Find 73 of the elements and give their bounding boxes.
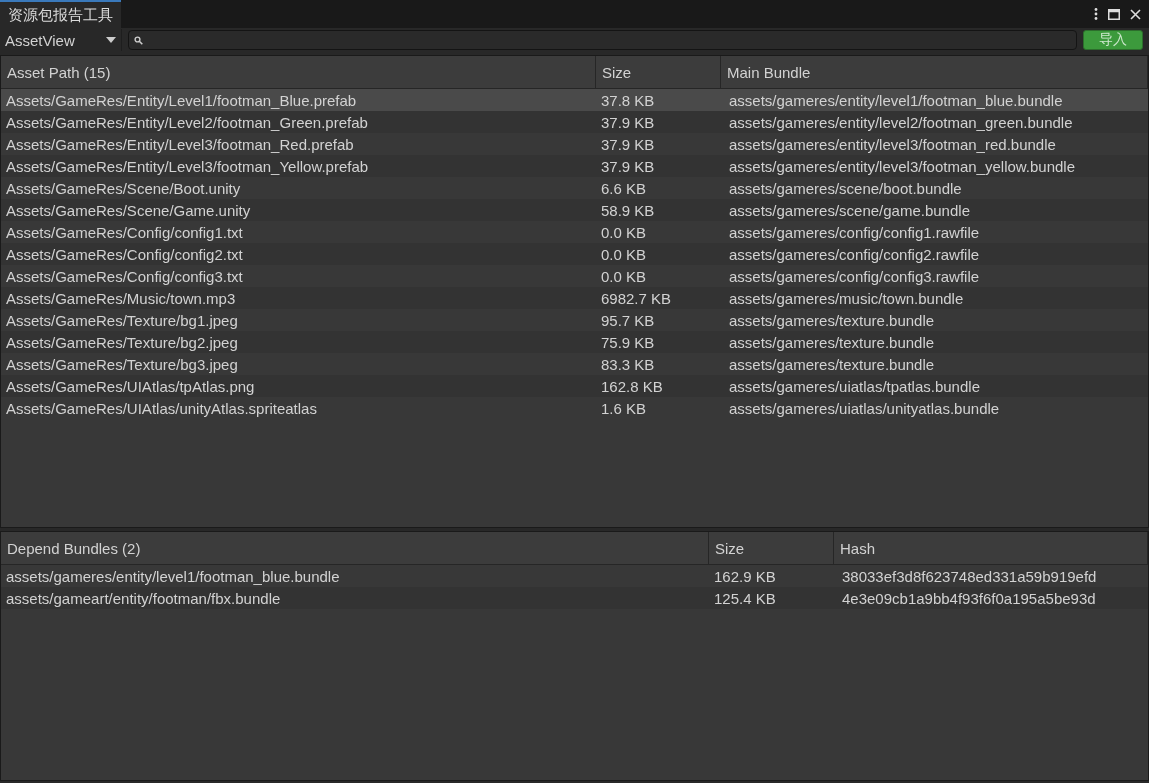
table-cell-text: assets/gameres/entity/level3/footman_yellow.bundle xyxy=(728,157,1077,175)
table-cell-text: 58.9 KB xyxy=(600,201,656,219)
table-cell-text: 38033ef3d8f623748ed331a59b919efd xyxy=(841,567,1098,585)
table-cell-text: 75.9 KB xyxy=(600,333,656,351)
table-cell-text: assets/gameres/uiatlas/unityatlas.bundle xyxy=(728,399,1001,417)
close-icon[interactable] xyxy=(1130,8,1141,20)
table-row[interactable]: Assets/GameRes/Entity/Level2/footman_Green.prefab 37.9 KB assets/gameres/entity/level2/footman_green.bundle xyxy=(1,111,1148,133)
table-row[interactable]: assets/gameart/entity/footman/fbx.bundle 125.4 KB 4e3e09cb1a9bb4f93f6f0a195a5be93d xyxy=(1,587,1148,609)
table-row[interactable]: Assets/GameRes/Config/config2.txt 0.0 KB assets/gameres/config/config2.rawfile xyxy=(1,243,1148,265)
table-cell-text: assets/gameres/scene/boot.bundle xyxy=(728,179,963,197)
table-cell-text: Assets/GameRes/Music/town.mp3 xyxy=(5,289,237,307)
table-cell-text: 1.6 KB xyxy=(600,399,648,417)
table-cell-text: 6.6 KB xyxy=(600,179,648,197)
table-cell-text: 6982.7 KB xyxy=(600,289,673,307)
table-cell-text: assets/gameres/entity/level1/footman_blue.bundle xyxy=(728,91,1064,109)
table-cell-text: Assets/GameRes/Config/config1.txt xyxy=(5,223,244,241)
column-header[interactable]: Depend Bundles (2) xyxy=(1,532,709,564)
table-cell-text: Assets/GameRes/Scene/Game.unity xyxy=(5,201,252,219)
table-cell-text: 4e3e09cb1a9bb4f93f6f0a195a5be93d xyxy=(841,589,1097,607)
table-cell-text: 125.4 KB xyxy=(713,589,777,607)
table-cell-text: 37.8 KB xyxy=(600,91,656,109)
table-cell-text: Assets/GameRes/Config/config2.txt xyxy=(5,245,244,263)
table-cell-text: Assets/GameRes/UIAtlas/tpAtlas.png xyxy=(5,377,256,395)
table-cell-text: assets/gameres/entity/level3/footman_red.bundle xyxy=(728,135,1057,153)
table-cell-text: Assets/GameRes/Entity/Level3/footman_Red.prefab xyxy=(5,135,355,153)
table-cell-text: Assets/GameRes/Scene/Boot.unity xyxy=(5,179,242,197)
table-cell-text: Assets/GameRes/Config/config3.txt xyxy=(5,267,244,285)
table-cell-text: assets/gameres/config/config1.rawfile xyxy=(728,223,981,241)
window-tab[interactable]: 资源包报告工具 xyxy=(0,0,121,28)
table-cell-text: Assets/GameRes/Entity/Level1/footman_Blue.prefab xyxy=(5,91,358,109)
table-cell-text: Assets/GameRes/Entity/Level2/footman_Green.prefab xyxy=(5,113,369,131)
table-cell-text: 95.7 KB xyxy=(600,311,656,329)
column-header[interactable]: Size xyxy=(709,532,834,564)
table-cell-text: 37.9 KB xyxy=(600,157,656,175)
column-header[interactable]: Size xyxy=(596,56,721,88)
table-cell-text: assets/gameres/texture.bundle xyxy=(728,355,936,373)
column-header[interactable]: Hash xyxy=(834,532,1148,564)
column-header[interactable]: Main Bundle xyxy=(721,56,1148,88)
table-cell-text: 37.9 KB xyxy=(600,135,656,153)
table-cell-text: Assets/GameRes/Texture/bg3.jpeg xyxy=(5,355,239,373)
table-cell-text: assets/gameres/config/config2.rawfile xyxy=(728,245,981,263)
table-row[interactable]: Assets/GameRes/Music/town.mp3 6982.7 KB assets/gameres/music/town.bundle xyxy=(1,287,1148,309)
table-cell-text: 0.0 KB xyxy=(600,223,648,241)
table-cell-text: 0.0 KB xyxy=(600,245,648,263)
search-icon xyxy=(134,35,143,45)
table-cell-text: Assets/GameRes/Texture/bg2.jpeg xyxy=(5,333,239,351)
table-cell-text: assets/gameres/config/config3.rawfile xyxy=(728,267,981,285)
table-cell-text: Assets/GameRes/Entity/Level3/footman_Yellow.prefab xyxy=(5,157,370,175)
table-cell-text: 83.3 KB xyxy=(600,355,656,373)
table-cell-text: assets/gameres/scene/game.bundle xyxy=(728,201,971,219)
table-cell-text: 37.9 KB xyxy=(600,113,656,131)
table-row[interactable]: Assets/GameRes/Scene/Game.unity 58.9 KB assets/gameres/scene/game.bundle xyxy=(1,199,1148,221)
table-cell-text: assets/gameart/entity/footman/fbx.bundle xyxy=(5,589,282,607)
maximize-icon[interactable] xyxy=(1108,8,1120,20)
table-row[interactable]: Assets/GameRes/Entity/Level1/footman_Blue.prefab 37.8 KB assets/gameres/entity/level1/footman_blue.bundle xyxy=(1,89,1148,111)
table-cell-text: 0.0 KB xyxy=(600,267,648,285)
table-cell-text: assets/gameres/texture.bundle xyxy=(728,311,936,329)
more-options-icon[interactable] xyxy=(1094,8,1098,20)
search-field[interactable] xyxy=(128,30,1077,50)
table-cell-text: assets/gameres/uiatlas/tpatlas.bundle xyxy=(728,377,981,395)
table-row[interactable]: Assets/GameRes/UIAtlas/tpAtlas.png 162.8 KB assets/gameres/uiatlas/tpatlas.bundle xyxy=(1,375,1148,397)
table-cell-text: 162.9 KB xyxy=(713,567,777,585)
table-cell-text: assets/gameres/music/town.bundle xyxy=(728,289,965,307)
table-cell-text: assets/gameres/texture.bundle xyxy=(728,333,936,351)
table-row[interactable]: Assets/GameRes/Entity/Level3/footman_Yellow.prefab 37.9 KB assets/gameres/entity/level3/footman_yellow.bundle xyxy=(1,155,1148,177)
caret-icon xyxy=(106,37,116,43)
table-cell-text: Assets/GameRes/UIAtlas/unityAtlas.spriteatlas xyxy=(5,399,318,417)
column-header[interactable]: Asset Path (15) xyxy=(1,56,596,88)
table-row[interactable]: Assets/GameRes/Texture/bg2.jpeg 75.9 KB assets/gameres/texture.bundle xyxy=(1,331,1148,353)
table-cell-text: assets/gameres/entity/level2/footman_green.bundle xyxy=(728,113,1074,131)
table-cell-text: assets/gameres/entity/level1/footman_blue.bundle xyxy=(5,567,341,585)
table-cell-text: 162.8 KB xyxy=(600,377,664,395)
table-cell-text: Assets/GameRes/Texture/bg1.jpeg xyxy=(5,311,239,329)
